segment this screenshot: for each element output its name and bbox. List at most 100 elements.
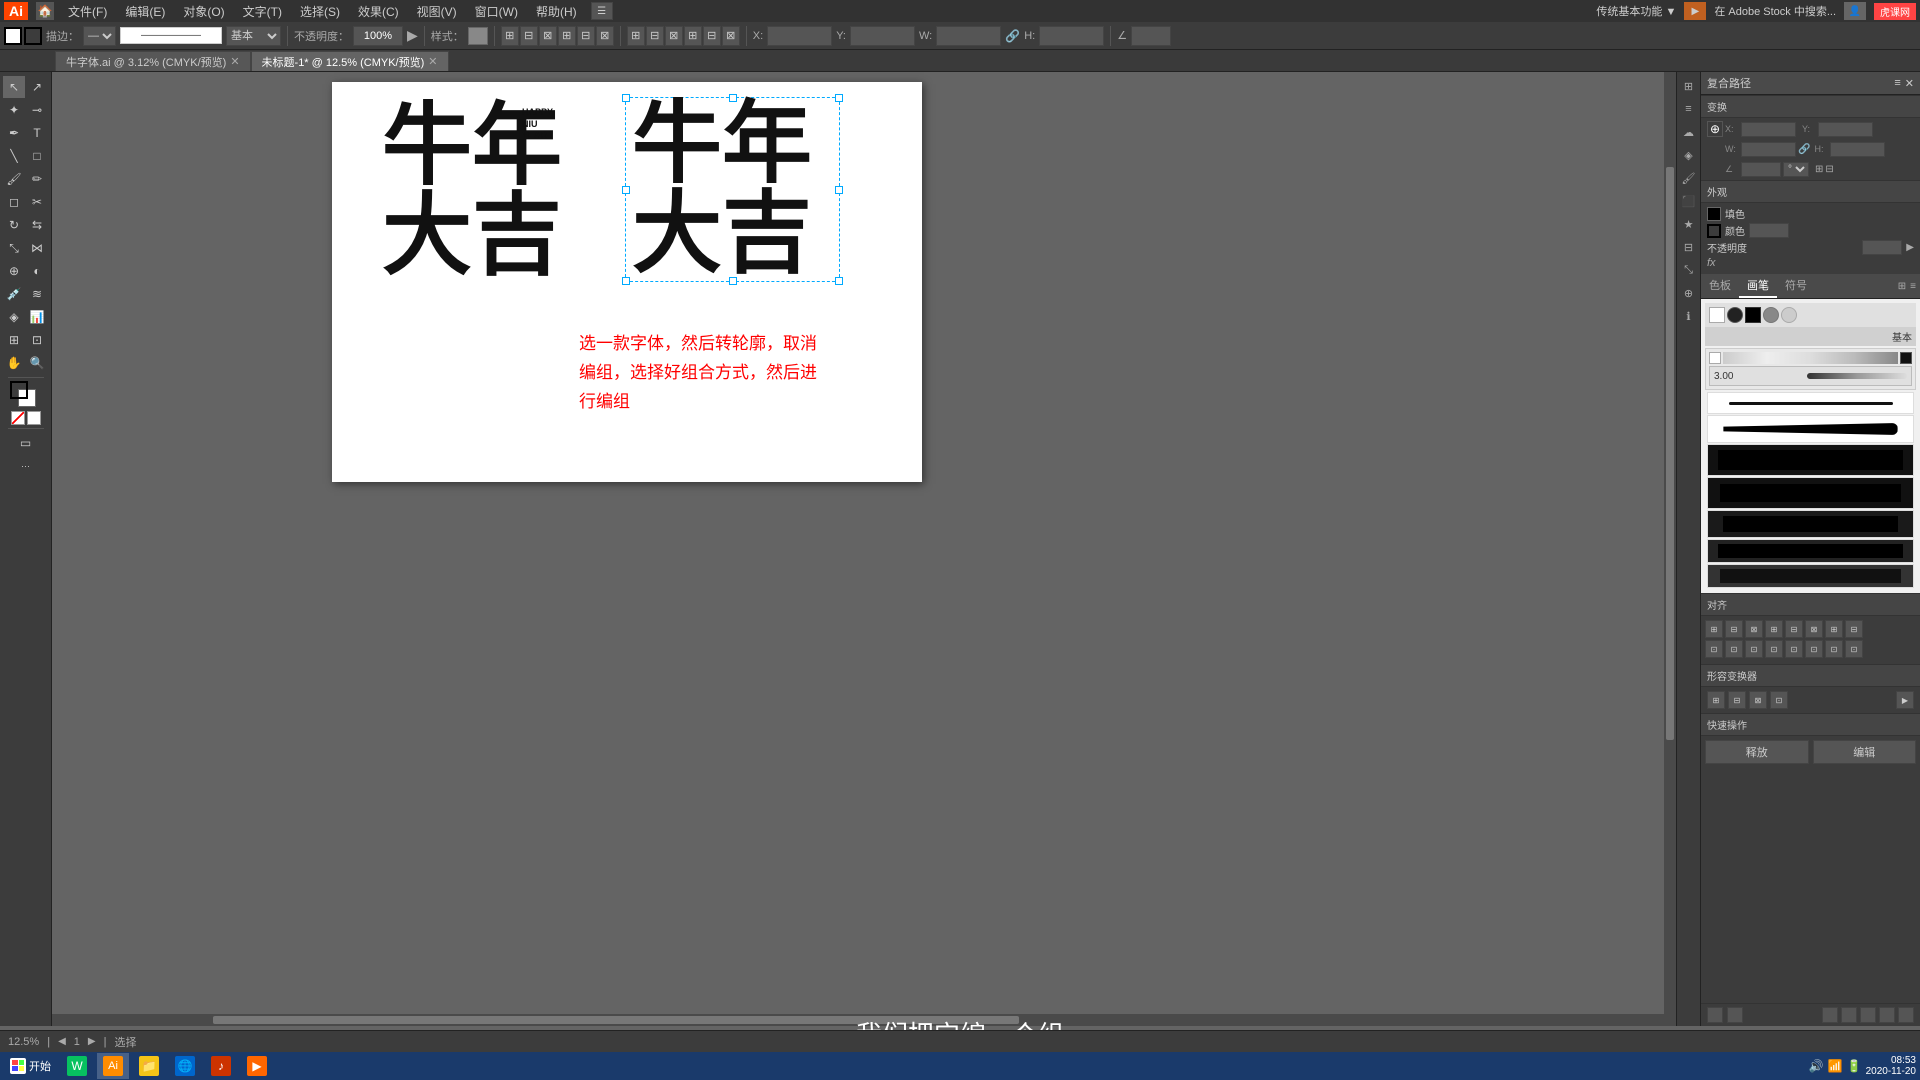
align-extra1[interactable]: ⊞ [1825,620,1843,638]
handle-mr[interactable] [835,186,843,194]
brush-item-3[interactable] [1707,444,1914,476]
morph-btn3[interactable]: ⊠ [1749,691,1767,709]
symbols-icon[interactable]: ★ [1679,214,1699,234]
brush-item-2[interactable] [1707,415,1914,443]
tab1-close[interactable]: ✕ [230,55,239,68]
brush-item-5[interactable] [1707,510,1914,538]
layer-new-icon[interactable] [1707,1007,1723,1023]
menu-edit[interactable]: 编辑(E) [117,1,173,22]
origin-indicator[interactable]: ⊕ [1707,121,1723,137]
tab-menu-icon[interactable]: ≡ [1910,281,1916,292]
opacity-input[interactable] [353,26,403,46]
shear-input[interactable]: ⊟ [1825,164,1833,175]
opacity-arrow[interactable]: ▶ [407,27,418,44]
lasso-tool[interactable]: ⊸ [26,99,48,121]
menu-view[interactable]: 视图(V) [409,1,465,22]
w-input[interactable]: 141.569 [936,26,1001,46]
zoom-tool[interactable]: 🔍 [26,352,48,374]
graph-tool[interactable]: 📊 [26,306,48,328]
align-bottom[interactable]: ⊠ [596,26,614,46]
handle-bl[interactable] [622,277,630,285]
angle-select[interactable]: ° [1783,162,1809,177]
dist-v6[interactable]: ⊡ [1805,640,1823,658]
assets-icon[interactable]: ◈ [1679,145,1699,165]
fill-swatch[interactable] [4,27,22,45]
opacity-outer-input[interactable]: 100% [1862,240,1902,255]
menu-help[interactable]: 帮助(H) [528,1,585,22]
change-screen-mode[interactable]: ▭ [15,432,37,454]
brush-item-4[interactable] [1707,477,1914,509]
v-scrollbar-thumb[interactable] [1666,167,1674,739]
x-input[interactable]: 626.402 [767,26,832,46]
align-center-v[interactable]: ⊟ [577,26,595,46]
magic-wand-tool[interactable]: ✦ [3,99,25,121]
footer-delete-icon[interactable] [1898,1007,1914,1023]
dist-h2[interactable]: ⊠ [665,26,683,46]
dist-v3[interactable]: ⊠ [722,26,740,46]
handle-tl[interactable] [622,94,630,102]
align-left2[interactable]: ⊞ [1705,620,1723,638]
tray-icon2[interactable]: 📶 [1828,1059,1843,1073]
dist-h7[interactable]: ⊡ [1825,640,1843,658]
time-display[interactable]: 08:53 2020-11-20 [1866,1055,1916,1077]
dist-h6[interactable]: ⊡ [1785,640,1803,658]
dist-h5[interactable]: ⊡ [1745,640,1763,658]
brush-item-7[interactable] [1707,564,1914,588]
dist-v5[interactable]: ⊡ [1765,640,1783,658]
dist-h4[interactable]: ⊡ [1705,640,1723,658]
artboard-tool[interactable]: ⊞ [3,329,25,351]
stroke-swatch[interactable] [24,27,42,45]
angle-input[interactable]: 0° [1131,26,1171,46]
menu-effect[interactable]: 效果(C) [350,1,407,22]
angle-input2[interactable]: 0° [1741,162,1781,177]
h-scrollbar-thumb[interactable] [213,1016,1019,1024]
dist-h[interactable]: ⊞ [627,26,645,46]
eraser-tool[interactable]: ◻ [3,191,25,213]
h-coord-input[interactable]: 682, 408 [1830,142,1885,157]
start-button[interactable]: 开始 [4,1053,57,1079]
illustrator-btn[interactable]: Ai [97,1053,129,1079]
align-top2[interactable]: ⊞ [1765,620,1783,638]
properties-icon[interactable]: ⊞ [1679,76,1699,96]
align-center-v2[interactable]: ⊟ [1785,620,1803,638]
pathfinder-icon[interactable]: ⊕ [1679,283,1699,303]
stroke-type[interactable]: 基本 [226,26,281,46]
scale-tool[interactable]: ⤡ [3,237,25,259]
morph-btn1[interactable]: ⊞ [1707,691,1725,709]
footer-icon4[interactable] [1879,1007,1895,1023]
slice-tool[interactable]: ⊡ [26,329,48,351]
gradient-tool[interactable]: ◐ [26,260,48,282]
align-right[interactable]: ⊠ [539,26,557,46]
morph-btn4[interactable]: ⊡ [1770,691,1788,709]
reflect-tool[interactable]: ⇆ [26,214,48,236]
grad-black[interactable] [1900,352,1912,364]
symbol-tool[interactable]: ◈ [3,306,25,328]
stroke-width-input[interactable]: 3.00 [1749,223,1789,238]
browser-btn[interactable]: 🌐 [169,1053,201,1079]
align-center-h2[interactable]: ⊟ [1725,620,1743,638]
menu-file[interactable]: 文件(F) [60,1,115,22]
tray-icon3[interactable]: 🔋 [1847,1059,1862,1073]
morph-expand[interactable]: ▶ [1896,691,1914,709]
edit-btn[interactable]: 编辑 [1813,740,1917,764]
transform-icon[interactable]: ⤡ [1679,260,1699,280]
stroke-outer-swatch[interactable] [1707,224,1721,238]
release-btn[interactable]: 释放 [1705,740,1809,764]
handle-ml[interactable] [622,186,630,194]
adobe-stock-btn[interactable]: ▶ [1684,2,1706,20]
more-tools[interactable]: ··· [15,455,37,477]
handle-tr[interactable] [835,94,843,102]
layer-artboard-icon[interactable] [1727,1007,1743,1023]
dist-v2[interactable]: ⊞ [684,26,702,46]
brush-item-1[interactable] [1707,392,1914,414]
footer-icon3[interactable] [1860,1007,1876,1023]
scissors-tool[interactable]: ✂ [26,191,48,213]
menu-object[interactable]: 对象(O) [175,1,232,22]
libraries-icon[interactable]: ☁ [1679,122,1699,142]
paintbrush-tool[interactable]: 🖌 [3,168,25,190]
warp-tool[interactable]: ⋈ [26,237,48,259]
tab2-close[interactable]: ✕ [428,55,437,68]
layers-icon[interactable]: ≡ [1679,99,1699,119]
wechat-btn[interactable]: W [61,1053,93,1079]
swatch-black[interactable] [1745,307,1761,323]
